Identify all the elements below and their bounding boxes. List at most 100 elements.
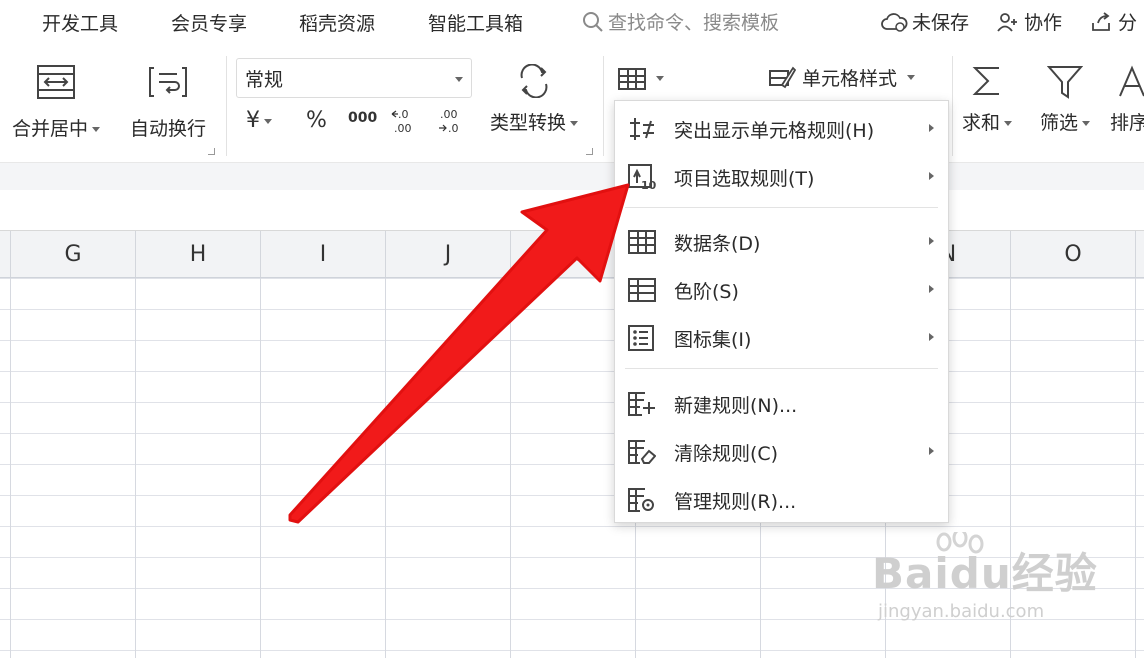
unsaved-label: 未保存	[912, 12, 970, 34]
column-header-row: G H I J K N O	[0, 231, 1144, 278]
percent-icon: %	[306, 108, 327, 133]
menu-item-icon-sets[interactable]: 图标集(I)	[615, 318, 948, 358]
column-header-h[interactable]: H	[136, 231, 261, 277]
currency-format-button[interactable]: ¥	[246, 108, 272, 133]
highlight-rules-icon	[630, 118, 654, 140]
column-header-partial[interactable]	[0, 231, 11, 277]
menu-item-data-bars[interactable]: 数据条(D)	[615, 222, 948, 262]
chevron-down-icon[interactable]	[92, 127, 100, 132]
menu-item-manage-rules[interactable]: 管理规则(R)...	[615, 480, 948, 520]
top10-rules-icon: 10	[628, 164, 656, 190]
user-plus-icon	[997, 12, 1017, 32]
sort-button[interactable]: 排序	[1110, 64, 1144, 135]
clear-rules-icon	[628, 440, 656, 464]
menu-member-exclusive[interactable]: 会员专享	[171, 9, 247, 36]
new-rule-icon	[628, 392, 655, 416]
chevron-right-icon	[929, 285, 934, 293]
menu-item-color-scales[interactable]: 色阶(S)	[615, 270, 948, 310]
cloud-icon	[881, 12, 908, 32]
convert-icon	[520, 64, 548, 98]
menu-docer-resources[interactable]: 稻壳资源	[299, 9, 375, 36]
wrap-text-button[interactable]: 自动换行	[122, 64, 214, 141]
merge-center-label: 合并居中	[11, 118, 88, 140]
watermark-url: jingyan.baidu.com	[878, 601, 1045, 622]
search-icon	[583, 11, 603, 32]
collaborate-label: 协作	[1024, 12, 1063, 34]
alignment-dialog-launcher[interactable]	[208, 148, 215, 155]
unsaved-status[interactable]: 未保存	[880, 8, 969, 35]
merge-cells-icon	[37, 65, 75, 99]
menu-item-label: 清除规则(C)	[674, 442, 779, 465]
column-header-g[interactable]: G	[11, 231, 136, 277]
cell-style-button[interactable]: 单元格样式	[768, 64, 916, 91]
column-header-j[interactable]: J	[386, 231, 511, 277]
collaborate-button[interactable]: 协作	[996, 8, 1062, 35]
chevron-down-icon	[455, 77, 463, 82]
manage-rules-icon	[628, 488, 654, 512]
cell-style-label: 单元格样式	[802, 68, 898, 90]
svg-text:.00: .00	[394, 122, 412, 135]
menu-item-label: 数据条(D)	[674, 232, 761, 255]
number-format-select[interactable]: 常规	[236, 58, 472, 98]
formula-bar[interactable]	[0, 190, 1144, 231]
wrap-text-icon	[149, 67, 187, 97]
svg-text:.00: .00	[440, 108, 458, 121]
menu-item-label: 新建规则(N)...	[674, 394, 798, 417]
column-header-i[interactable]: I	[261, 231, 386, 277]
color-scale-icon	[628, 278, 656, 302]
share-button[interactable]: 分	[1090, 8, 1137, 35]
menu-smart-toolbox[interactable]: 智能工具箱	[428, 9, 523, 36]
svg-text:10: 10	[641, 179, 656, 190]
increase-decimal-icon: .0.00	[391, 108, 412, 135]
ribbon-bottom-band	[0, 162, 1144, 192]
paw-logo-icon	[936, 532, 984, 554]
search-placeholder: 查找命令、搜索模板	[608, 12, 780, 34]
menu-item-label: 突出显示单元格规则(H)	[674, 119, 875, 142]
ribbon-separator	[952, 56, 953, 156]
chevron-down-icon	[570, 121, 578, 126]
menu-separator	[625, 207, 938, 208]
conditional-format-button[interactable]	[614, 60, 668, 96]
percent-format-button[interactable]: %	[306, 108, 327, 133]
decrease-decimal-button[interactable]: .00.0	[436, 106, 466, 142]
ribbon-separator	[226, 56, 227, 156]
sum-label: 求和	[961, 112, 1000, 134]
chevron-right-icon	[929, 447, 934, 455]
type-convert-label: 类型转换	[489, 112, 566, 134]
menu-developer-tools[interactable]: 开发工具	[42, 9, 118, 36]
chevron-down-icon	[1082, 121, 1090, 126]
menu-item-new-rule[interactable]: 新建规则(N)...	[615, 384, 948, 424]
sum-button[interactable]: 求和	[956, 64, 1018, 135]
menu-item-label: 项目选取规则(T)	[674, 167, 815, 190]
chevron-right-icon	[929, 333, 934, 341]
column-header-o[interactable]: O	[1011, 231, 1136, 277]
baidu-watermark: Baidu经验 jingyan.baidu.com	[872, 532, 1098, 622]
menu-item-highlight-rules[interactable]: 突出显示单元格规则(H)	[615, 109, 948, 149]
currency-icon: ¥	[246, 108, 260, 133]
filter-button[interactable]: 筛选	[1034, 64, 1096, 135]
number-format-value: 常规	[245, 69, 284, 91]
filter-funnel-icon	[1047, 66, 1083, 99]
menu-separator	[625, 368, 938, 369]
svg-text:.0: .0	[448, 122, 459, 135]
sigma-icon	[972, 67, 999, 95]
command-search[interactable]: 查找命令、搜索模板	[582, 8, 779, 35]
conditional-format-icon	[618, 68, 646, 90]
chevron-right-icon	[929, 172, 934, 180]
increase-decimal-button[interactable]: .0.00	[390, 106, 420, 142]
icon-sets-icon	[628, 325, 654, 351]
ribbon-separator	[603, 56, 604, 156]
data-bars-icon	[628, 230, 656, 254]
svg-text:.0: .0	[398, 108, 409, 121]
number-dialog-launcher[interactable]	[586, 148, 593, 155]
type-convert-button[interactable]: 类型转换	[482, 64, 586, 135]
chevron-down-icon	[656, 76, 664, 81]
sort-icon	[1119, 65, 1144, 97]
thousands-separator-button[interactable]: 000	[348, 110, 377, 126]
top-menu-bar: 开发工具 会员专享 稻壳资源 智能工具箱 查找命令、搜索模板 未保存 协作 分	[0, 0, 1144, 44]
menu-item-top-bottom-rules[interactable]: 10 项目选取规则(T)	[615, 157, 948, 197]
filter-label: 筛选	[1039, 112, 1078, 134]
menu-item-clear-rules[interactable]: 清除规则(C)	[615, 432, 948, 472]
merge-center-button[interactable]: 合并居中	[4, 64, 108, 141]
chevron-down-icon	[1004, 121, 1012, 126]
